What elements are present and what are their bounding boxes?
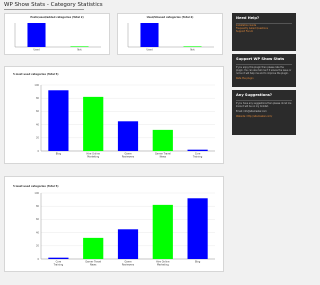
bar (152, 129, 173, 151)
suggestions-heading: Any Suggestions? (236, 93, 273, 97)
chart-panel-used-categories: Posts/used/added categories (Total 2) Us… (4, 13, 110, 55)
x-tick-label: Not (190, 49, 194, 52)
bar (117, 229, 139, 259)
support-box: Support WP Show Stats If you enjoy this … (232, 54, 296, 87)
support-heading: Support WP Show Stats (236, 57, 285, 61)
suggestions-text: If you have any suggestions then please … (236, 102, 292, 108)
bar (48, 257, 69, 259)
bar (187, 149, 208, 151)
suggestions-box: Any Suggestions? If you have any suggest… (232, 90, 296, 135)
divider (236, 64, 292, 65)
x-tick-label: Used (34, 49, 40, 52)
x-tick-label: Not (77, 49, 81, 52)
x-tick-label: Training (193, 156, 203, 159)
chart-svg: 020406080100CoreTrainingGamer TravelNews… (34, 192, 215, 267)
suggestions-email[interactable]: Email: info@sitemaster.com (236, 110, 292, 114)
bar (183, 46, 202, 47)
page-title: WP Show Stats - Category Statistics (4, 2, 103, 10)
bar (83, 96, 104, 151)
y-tick-label: 0 (37, 150, 39, 153)
bar (27, 23, 46, 47)
chart-svg: 020406080100Blog Hire OnlineMarketingGame… (34, 84, 215, 159)
chart-panel-most-used: 5 most used categories (Total 5) 0 20 40 60… (4, 66, 224, 164)
support-text: If you enjoy this plugin then please rat… (236, 66, 292, 75)
support-forum-link[interactable]: Support Forum (236, 30, 292, 33)
y-tick-label: 0 (37, 258, 39, 261)
x-tick-label: Blog (56, 153, 62, 156)
bar (70, 46, 89, 47)
x-tick-label: Marketing (87, 156, 99, 159)
y-tick-label: 100 (34, 192, 39, 195)
y-tick-label: 40 (36, 123, 40, 126)
bar (83, 237, 104, 259)
x-tick-label: Used (147, 49, 153, 52)
y-tick-label: 60 (36, 110, 40, 113)
x-tick-label: Reviewers (122, 156, 135, 159)
y-tick-label: 60 (36, 218, 40, 221)
y-tick-label: 100 (34, 84, 39, 87)
rate-plugin-link[interactable]: Rate the plugin (236, 77, 292, 80)
y-tick-label: 80 (36, 205, 40, 208)
chart-svg: Used Not (127, 23, 214, 52)
bar (48, 90, 69, 151)
x-tick-label: Training (54, 264, 64, 267)
help-heading: Need Help? (236, 16, 260, 20)
x-tick-label: Blog (195, 261, 201, 264)
bar (187, 198, 208, 259)
divider (236, 100, 292, 101)
y-tick-label: 20 (36, 245, 40, 248)
bar (140, 23, 159, 47)
help-box: Need Help? Installation Guide Frequently… (232, 13, 296, 51)
bar (117, 121, 139, 151)
x-tick-label: Marketing (157, 264, 169, 267)
bar (152, 204, 173, 259)
chart-panel-least-used: 5 least used categories (Total 5) 0 20 40 6… (4, 176, 224, 272)
chart-panel-unused-categories: Used/Unused categories (Total 2) Used Not (117, 13, 223, 55)
y-tick-label: 80 (36, 97, 40, 100)
x-tick-label: News (90, 264, 97, 267)
y-tick-label: 40 (36, 231, 40, 234)
chart-svg: Used Not (14, 23, 101, 52)
y-tick-label: 20 (36, 137, 40, 140)
x-tick-label: News (160, 156, 167, 159)
x-tick-label: Reviewers (122, 264, 135, 267)
website-link[interactable]: Website: http://sitemaster.com/ (236, 115, 292, 118)
